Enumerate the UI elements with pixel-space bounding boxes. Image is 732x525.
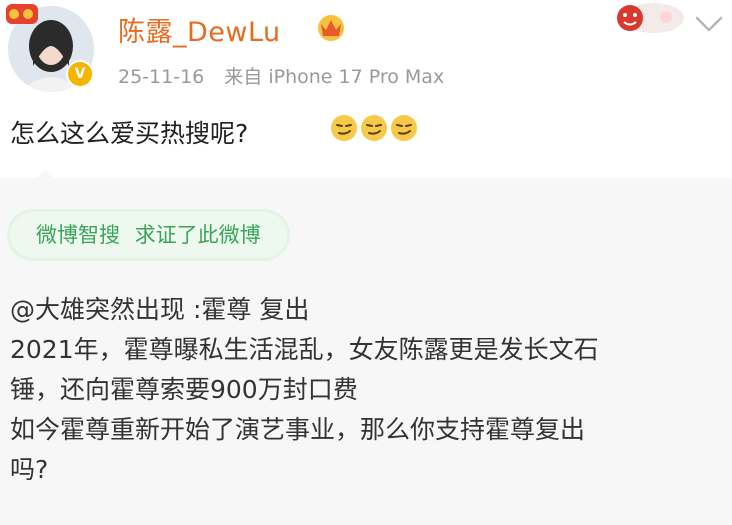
weibo-post: V 陈露_DewLu 25-11-16 来自 iPhone 17 Pro Max…	[0, 0, 732, 178]
festive-badge-icon	[6, 4, 38, 24]
smart-search-action: 求证了此微博	[134, 223, 261, 247]
repost-line: 如今霍尊重新开始了演艺事业，那么你支持霍尊复出	[10, 415, 586, 444]
repost-line: @大雄突然出现 :霍尊 复出	[10, 295, 310, 324]
smirk-emoji-icon	[331, 115, 357, 141]
repost-tail	[36, 170, 56, 179]
smirk-emoji-icon	[391, 115, 417, 141]
verified-badge-icon: V	[66, 60, 94, 88]
post-date: 25-11-16	[118, 66, 205, 88]
avatar-container[interactable]: V	[6, 4, 94, 92]
post-text: 怎么这么爱买热搜呢?	[10, 119, 249, 148]
smart-search-button[interactable]: 微博智搜 求证了此微博	[10, 212, 287, 258]
repost-text[interactable]: @大雄突然出现 :霍尊 复出 2021年，霍尊曝私生活混乱，女友陈露更是发长文石…	[10, 290, 722, 490]
emoji-row	[330, 114, 418, 142]
deco-sticker-icon	[617, 3, 684, 33]
repost-line: 吗?	[10, 455, 49, 484]
repost-line: 锤，还向霍尊索要900万封口费	[10, 375, 358, 404]
smart-search-label: 微博智搜	[36, 223, 120, 247]
chevron-down-icon[interactable]	[694, 14, 724, 34]
crown-icon	[318, 15, 344, 41]
repost-line: 2021年，霍尊曝私生活混乱，女友陈露更是发长文石	[10, 335, 599, 364]
username[interactable]: 陈露_DewLu	[118, 10, 281, 49]
post-meta: 25-11-16 来自 iPhone 17 Pro Max	[118, 62, 444, 89]
post-source: 来自 iPhone 17 Pro Max	[224, 66, 445, 88]
smirk-emoji-icon	[361, 115, 387, 141]
